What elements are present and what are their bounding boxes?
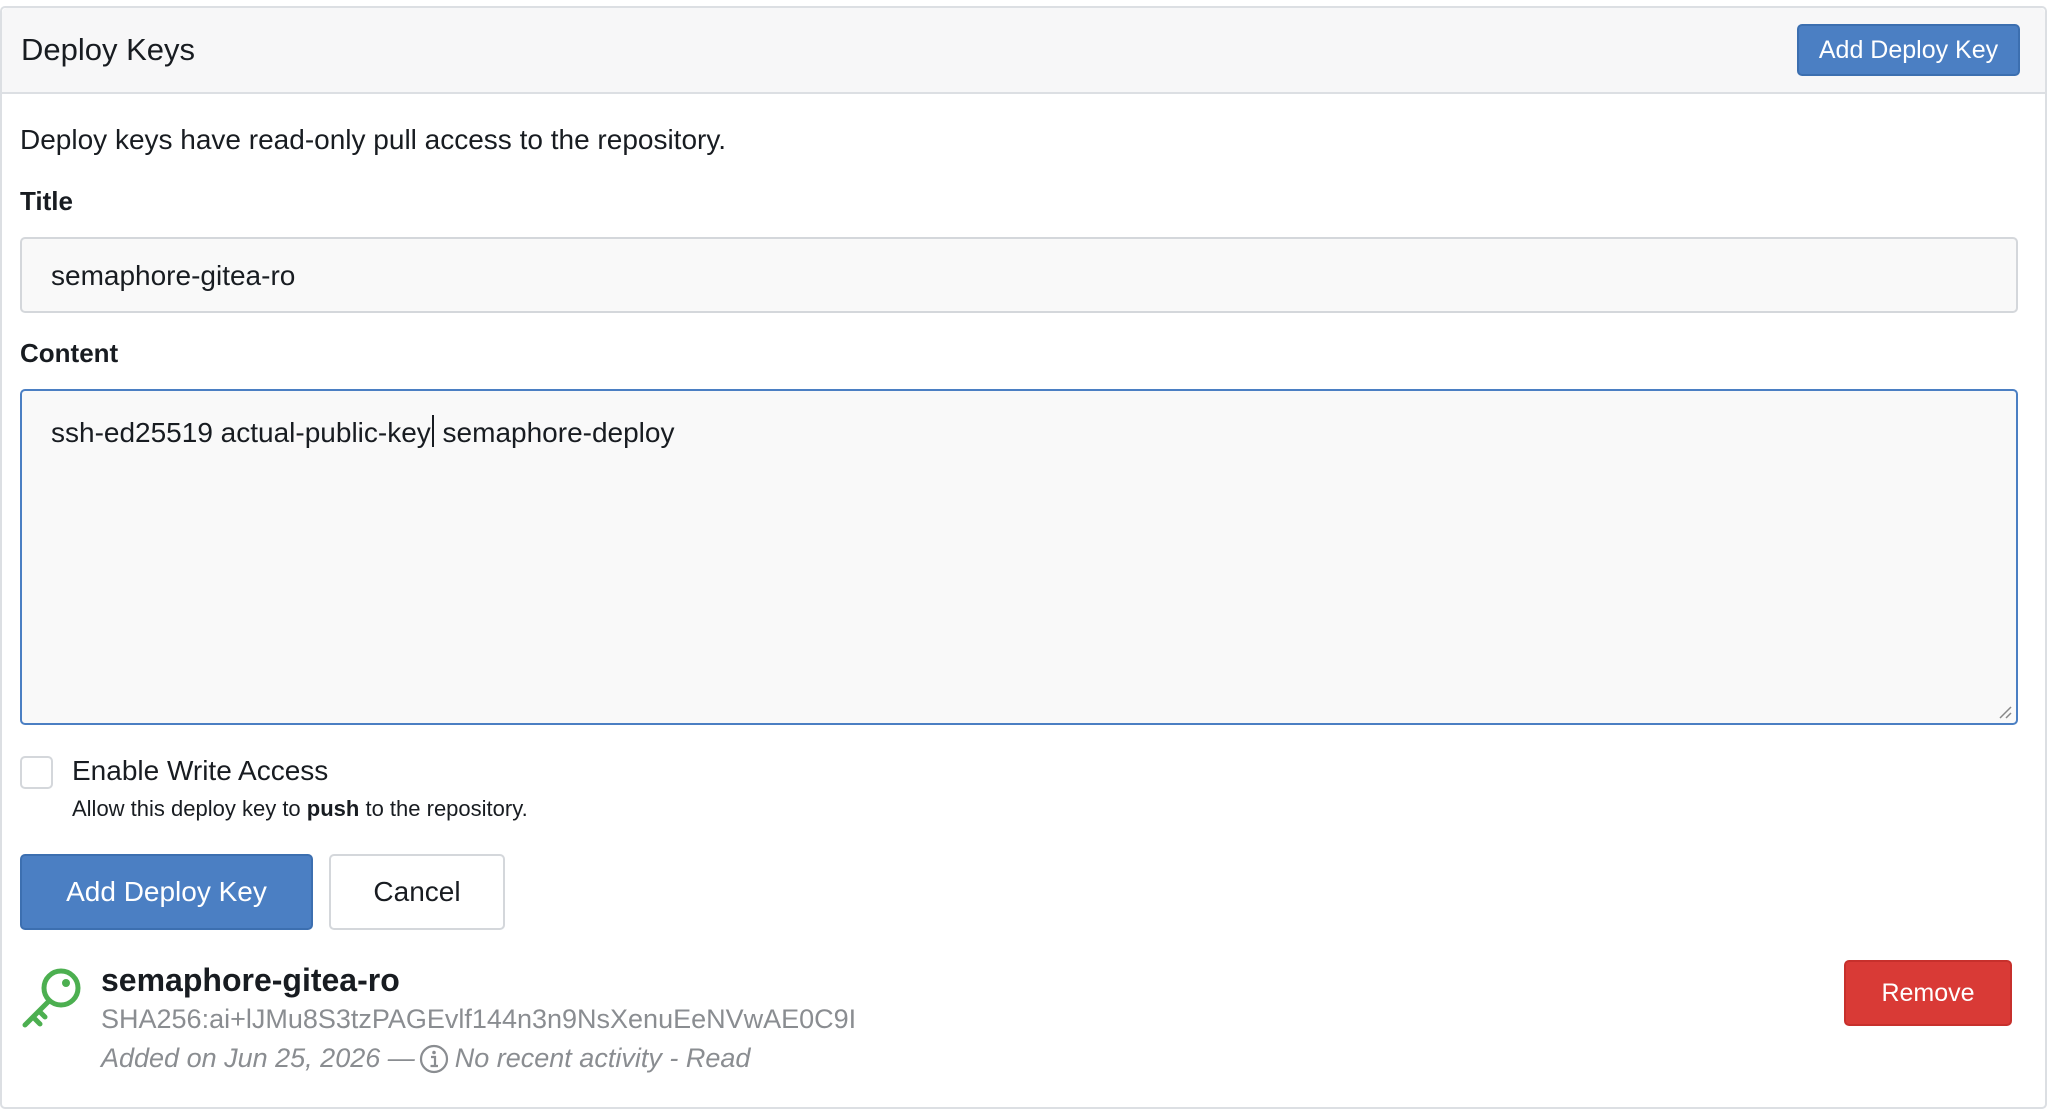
panel-header: Deploy Keys Add Deploy Key bbox=[2, 8, 2045, 94]
deploy-key-name: semaphore-gitea-ro bbox=[101, 962, 400, 998]
title-input[interactable]: semaphore-gitea-ro bbox=[20, 237, 2018, 313]
content-textarea[interactable]: ssh-ed25519 actual-public-key semaphore-… bbox=[20, 389, 2018, 725]
deploy-key-meta: Added on Jun 25, 2026 — No recent activi… bbox=[101, 1043, 750, 1074]
content-label: Content bbox=[20, 338, 119, 368]
resize-handle-icon[interactable] bbox=[1996, 703, 2012, 719]
deploy-key-activity: No recent activity - Read bbox=[454, 1043, 751, 1073]
cancel-button[interactable]: Cancel bbox=[329, 854, 505, 930]
info-icon bbox=[419, 1044, 448, 1073]
deploy-key-added: Added on Jun 25, 2026 — bbox=[101, 1043, 415, 1073]
deploy-keys-description: Deploy keys have read-only pull access t… bbox=[20, 124, 727, 155]
content-textarea-value: ssh-ed25519 actual-public-key semaphore-… bbox=[51, 415, 675, 448]
write-access-help: Allow this deploy key to push to the rep… bbox=[72, 796, 528, 821]
key-icon bbox=[22, 968, 81, 1028]
title-label: Title bbox=[20, 186, 73, 216]
text-caret bbox=[431, 415, 434, 447]
enable-write-access-label[interactable]: Enable Write Access bbox=[72, 755, 328, 787]
deploy-key-fingerprint: SHA256:ai+lJMu8S3tzPAGEvlf144n3n9NsXenuE… bbox=[101, 1004, 857, 1034]
add-deploy-key-button[interactable]: Add Deploy Key bbox=[20, 854, 313, 930]
page-title: Deploy Keys bbox=[21, 32, 196, 67]
add-deploy-key-header-button[interactable]: Add Deploy Key bbox=[1797, 24, 2020, 76]
enable-write-access-checkbox[interactable] bbox=[20, 756, 53, 789]
title-input-value: semaphore-gitea-ro bbox=[51, 260, 296, 291]
remove-key-button[interactable]: Remove bbox=[1844, 960, 2012, 1026]
